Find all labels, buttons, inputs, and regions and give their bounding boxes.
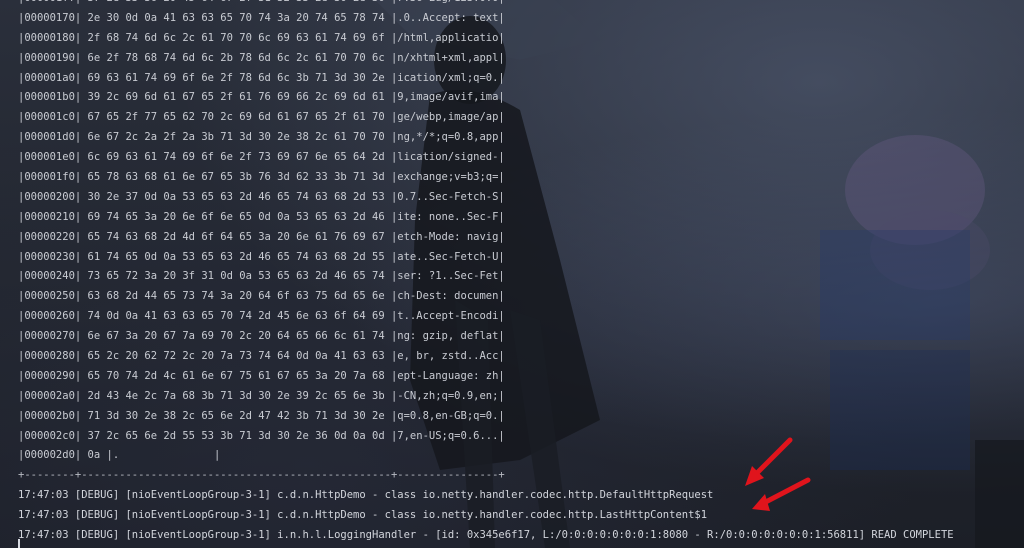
hex-dump-row: |00000240| 73 65 72 3a 20 3f 31 0d 0a 53… — [18, 270, 505, 283]
hex-dump-row: |00000190| 6e 2f 78 68 74 6d 6c 2b 78 6d… — [18, 51, 505, 64]
hex-dump-row: |00000280| 65 2c 20 62 72 2c 20 7a 73 74… — [18, 350, 505, 363]
hex-dump-row: |00000260| 74 0d 0a 41 63 63 65 70 74 2d… — [18, 310, 505, 323]
hex-dump-row: |00000290| 65 70 74 2d 4c 61 6e 67 75 61… — [18, 369, 505, 382]
log-line: 17:47:03 [DEBUG] [nioEventLoopGroup-3-1]… — [18, 529, 954, 542]
hex-dump-row: |000002d0| 0a |. | — [18, 449, 221, 462]
hex-dump-row: |000001f0| 65 78 63 68 61 6e 67 65 3b 76… — [18, 171, 505, 184]
log-line: 17:47:03 [DEBUG] [nioEventLoopGroup-3-1]… — [18, 489, 714, 502]
hex-dump-row: |000001e0| 6c 69 63 61 74 69 6f 6e 2f 73… — [18, 151, 505, 164]
log-line: 17:47:03 [DEBUG] [nioEventLoopGroup-3-1]… — [18, 509, 708, 522]
hex-dump-row: |000002a0| 2d 43 4e 2c 7a 68 3b 71 3d 30… — [18, 389, 505, 402]
terminal-output: |000001??| 37 2e 33 36 20 45 64 67 2f 31… — [0, 0, 1024, 541]
hex-dump-row: |000001a0| 69 63 61 74 69 6f 6e 2f 78 6d… — [18, 71, 505, 84]
hex-dump-row: |000001b0| 39 2c 69 6d 61 67 65 2f 61 76… — [18, 91, 505, 104]
hex-dump-row: |00000200| 30 2e 37 0d 0a 53 65 63 2d 46… — [18, 190, 505, 203]
hex-dump-row: |00000170| 2e 30 0d 0a 41 63 63 65 70 74… — [18, 11, 505, 24]
hex-dump-row: |000002b0| 71 3d 30 2e 38 2c 65 6e 2d 47… — [18, 409, 505, 422]
hex-dump-row: |00000250| 63 68 2d 44 65 73 74 3a 20 64… — [18, 290, 505, 303]
hex-dump-row: |000002c0| 37 2c 65 6e 2d 55 53 3b 71 3d… — [18, 429, 505, 442]
hex-dump-row: |000001??| 37 2e 33 36 20 45 64 67 2f 31… — [0, 0, 1024, 9]
hex-dump-separator: +--------+------------------------------… — [18, 469, 505, 482]
hex-dump-row: |00000210| 69 74 65 3a 20 6e 6f 6e 65 0d… — [18, 210, 505, 223]
hex-dump-row: |00000220| 65 74 63 68 2d 4d 6f 64 65 3a… — [18, 230, 505, 243]
hex-dump-row: |000001c0| 67 65 2f 77 65 62 70 2c 69 6d… — [18, 111, 505, 124]
hex-dump-row: |00000270| 6e 67 3a 20 67 7a 69 70 2c 20… — [18, 330, 505, 343]
text-cursor — [18, 539, 20, 548]
hex-dump-row: |00000230| 61 74 65 0d 0a 53 65 63 2d 46… — [18, 250, 505, 263]
hex-dump-row: |00000180| 2f 68 74 6d 6c 2c 61 70 70 6c… — [18, 31, 505, 44]
hex-dump-row: |000001d0| 6e 67 2c 2a 2f 2a 3b 71 3d 30… — [18, 131, 505, 144]
